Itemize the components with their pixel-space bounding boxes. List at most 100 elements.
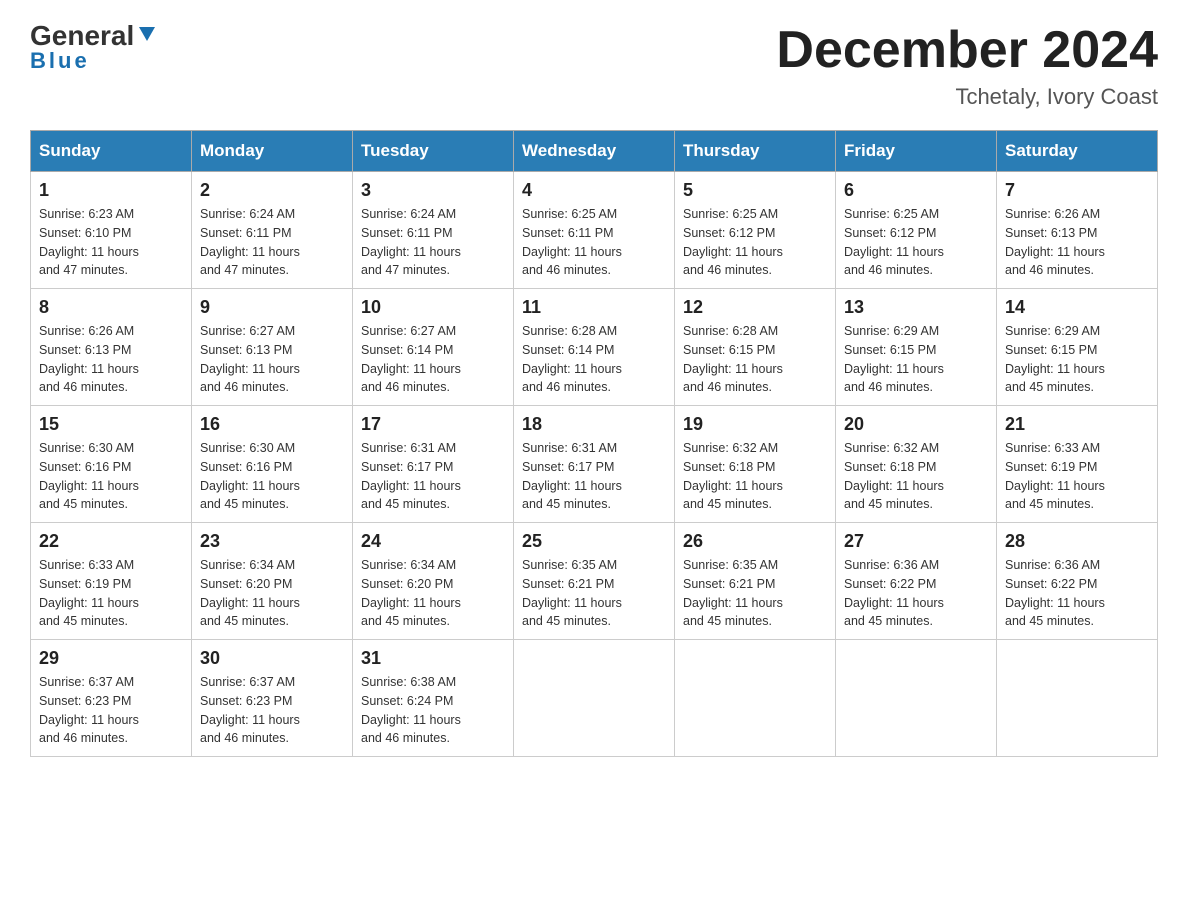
calendar-cell: 16Sunrise: 6:30 AMSunset: 6:16 PMDayligh… — [192, 406, 353, 523]
calendar-table: SundayMondayTuesdayWednesdayThursdayFrid… — [30, 130, 1158, 757]
day-info: Sunrise: 6:26 AMSunset: 6:13 PMDaylight:… — [39, 322, 183, 397]
calendar-cell: 28 Sunrise: 6:36 AMSunset: 6:22 PMDayligh… — [997, 523, 1158, 640]
day-info: Sunrise: 6:38 AMSunset: 6:24 PMDaylight:… — [361, 673, 505, 748]
day-info: Sunrise: 6:25 AMSunset: 6:11 PMDaylight:… — [522, 205, 666, 280]
calendar-cell: 24Sunrise: 6:34 AMSunset: 6:20 PMDayligh… — [353, 523, 514, 640]
calendar-week-row: 29 Sunrise: 6:37 AMSunset: 6:23 PMDayligh… — [31, 640, 1158, 757]
day-info: Sunrise: 6:34 AMSunset: 6:20 PMDaylight:… — [200, 556, 344, 631]
calendar-cell: 19 Sunrise: 6:32 AMSunset: 6:18 PMDayligh… — [675, 406, 836, 523]
day-number: 20 — [844, 414, 988, 435]
day-info: Sunrise: 6:31 AMSunset: 6:17 PMDaylight:… — [522, 439, 666, 514]
day-number: 5 — [683, 180, 827, 201]
day-number: 28 — [1005, 531, 1149, 552]
calendar-cell: 22 Sunrise: 6:33 AMSunset: 6:19 PMDayligh… — [31, 523, 192, 640]
day-info: Sunrise: 6:29 AMSunset: 6:15 PMDaylight:… — [844, 322, 988, 397]
title-area: December 2024 Tchetaly, Ivory Coast — [776, 20, 1158, 110]
day-number: 31 — [361, 648, 505, 669]
calendar-cell: 15 Sunrise: 6:30 AMSunset: 6:16 PMDayligh… — [31, 406, 192, 523]
day-number: 26 — [683, 531, 827, 552]
day-number: 29 — [39, 648, 183, 669]
calendar-cell: 17 Sunrise: 6:31 AMSunset: 6:17 PMDayligh… — [353, 406, 514, 523]
day-number: 17 — [361, 414, 505, 435]
day-number: 11 — [522, 297, 666, 318]
location-title: Tchetaly, Ivory Coast — [776, 84, 1158, 110]
calendar-header-row: SundayMondayTuesdayWednesdayThursdayFrid… — [31, 131, 1158, 172]
day-number: 6 — [844, 180, 988, 201]
calendar-cell — [997, 640, 1158, 757]
calendar-week-row: 15 Sunrise: 6:30 AMSunset: 6:16 PMDayligh… — [31, 406, 1158, 523]
day-info: Sunrise: 6:35 AMSunset: 6:21 PMDaylight:… — [522, 556, 666, 631]
calendar-header-wednesday: Wednesday — [514, 131, 675, 172]
day-number: 23 — [200, 531, 344, 552]
calendar-cell: 9 Sunrise: 6:27 AMSunset: 6:13 PMDaylight… — [192, 289, 353, 406]
day-number: 19 — [683, 414, 827, 435]
day-info: Sunrise: 6:25 AMSunset: 6:12 PMDaylight:… — [683, 205, 827, 280]
day-number: 25 — [522, 531, 666, 552]
day-info: Sunrise: 6:35 AMSunset: 6:21 PMDaylight:… — [683, 556, 827, 631]
day-info: Sunrise: 6:34 AMSunset: 6:20 PMDaylight:… — [361, 556, 505, 631]
calendar-cell: 1 Sunrise: 6:23 AMSunset: 6:10 PMDaylight… — [31, 172, 192, 289]
logo-blue-text: Blue — [30, 48, 90, 74]
day-info: Sunrise: 6:27 AMSunset: 6:13 PMDaylight:… — [200, 322, 344, 397]
calendar-cell: 10Sunrise: 6:27 AMSunset: 6:14 PMDayligh… — [353, 289, 514, 406]
day-number: 22 — [39, 531, 183, 552]
calendar-cell — [836, 640, 997, 757]
calendar-header-monday: Monday — [192, 131, 353, 172]
calendar-week-row: 22 Sunrise: 6:33 AMSunset: 6:19 PMDayligh… — [31, 523, 1158, 640]
calendar-cell: 26 Sunrise: 6:35 AMSunset: 6:21 PMDayligh… — [675, 523, 836, 640]
day-info: Sunrise: 6:31 AMSunset: 6:17 PMDaylight:… — [361, 439, 505, 514]
day-info: Sunrise: 6:24 AMSunset: 6:11 PMDaylight:… — [200, 205, 344, 280]
calendar-cell: 14 Sunrise: 6:29 AMSunset: 6:15 PMDayligh… — [997, 289, 1158, 406]
month-title: December 2024 — [776, 20, 1158, 80]
calendar-cell: 21Sunrise: 6:33 AMSunset: 6:19 PMDayligh… — [997, 406, 1158, 523]
page-header: General Blue December 2024 Tchetaly, Ivo… — [30, 20, 1158, 110]
day-number: 18 — [522, 414, 666, 435]
day-number: 27 — [844, 531, 988, 552]
day-info: Sunrise: 6:32 AMSunset: 6:18 PMDaylight:… — [683, 439, 827, 514]
calendar-cell: 31 Sunrise: 6:38 AMSunset: 6:24 PMDayligh… — [353, 640, 514, 757]
day-info: Sunrise: 6:29 AMSunset: 6:15 PMDaylight:… — [1005, 322, 1149, 397]
day-number: 10 — [361, 297, 505, 318]
calendar-cell: 5 Sunrise: 6:25 AMSunset: 6:12 PMDaylight… — [675, 172, 836, 289]
day-number: 8 — [39, 297, 183, 318]
calendar-cell: 7 Sunrise: 6:26 AMSunset: 6:13 PMDaylight… — [997, 172, 1158, 289]
calendar-header-tuesday: Tuesday — [353, 131, 514, 172]
day-info: Sunrise: 6:30 AMSunset: 6:16 PMDaylight:… — [39, 439, 183, 514]
calendar-header-saturday: Saturday — [997, 131, 1158, 172]
calendar-cell: 4Sunrise: 6:25 AMSunset: 6:11 PMDaylight… — [514, 172, 675, 289]
calendar-cell: 25 Sunrise: 6:35 AMSunset: 6:21 PMDayligh… — [514, 523, 675, 640]
day-number: 12 — [683, 297, 827, 318]
day-number: 3 — [361, 180, 505, 201]
calendar-cell: 27 Sunrise: 6:36 AMSunset: 6:22 PMDayligh… — [836, 523, 997, 640]
calendar-cell: 29 Sunrise: 6:37 AMSunset: 6:23 PMDayligh… — [31, 640, 192, 757]
day-number: 30 — [200, 648, 344, 669]
day-info: Sunrise: 6:37 AMSunset: 6:23 PMDaylight:… — [39, 673, 183, 748]
day-info: Sunrise: 6:37 AMSunset: 6:23 PMDaylight:… — [200, 673, 344, 748]
day-number: 15 — [39, 414, 183, 435]
calendar-cell: 2Sunrise: 6:24 AMSunset: 6:11 PMDaylight… — [192, 172, 353, 289]
day-number: 9 — [200, 297, 344, 318]
day-number: 21 — [1005, 414, 1149, 435]
calendar-cell: 23 Sunrise: 6:34 AMSunset: 6:20 PMDayligh… — [192, 523, 353, 640]
day-info: Sunrise: 6:28 AMSunset: 6:15 PMDaylight:… — [683, 322, 827, 397]
day-info: Sunrise: 6:33 AMSunset: 6:19 PMDaylight:… — [39, 556, 183, 631]
day-number: 1 — [39, 180, 183, 201]
day-info: Sunrise: 6:28 AMSunset: 6:14 PMDaylight:… — [522, 322, 666, 397]
logo: General Blue — [30, 20, 158, 74]
calendar-week-row: 8 Sunrise: 6:26 AMSunset: 6:13 PMDaylight… — [31, 289, 1158, 406]
calendar-cell: 8 Sunrise: 6:26 AMSunset: 6:13 PMDaylight… — [31, 289, 192, 406]
day-number: 14 — [1005, 297, 1149, 318]
calendar-cell: 11 Sunrise: 6:28 AMSunset: 6:14 PMDayligh… — [514, 289, 675, 406]
calendar-header-friday: Friday — [836, 131, 997, 172]
day-number: 7 — [1005, 180, 1149, 201]
day-info: Sunrise: 6:25 AMSunset: 6:12 PMDaylight:… — [844, 205, 988, 280]
day-info: Sunrise: 6:26 AMSunset: 6:13 PMDaylight:… — [1005, 205, 1149, 280]
calendar-cell: 18 Sunrise: 6:31 AMSunset: 6:17 PMDayligh… — [514, 406, 675, 523]
day-info: Sunrise: 6:36 AMSunset: 6:22 PMDaylight:… — [1005, 556, 1149, 631]
calendar-cell — [514, 640, 675, 757]
day-number: 13 — [844, 297, 988, 318]
calendar-cell: 20Sunrise: 6:32 AMSunset: 6:18 PMDayligh… — [836, 406, 997, 523]
calendar-cell — [675, 640, 836, 757]
day-info: Sunrise: 6:23 AMSunset: 6:10 PMDaylight:… — [39, 205, 183, 280]
day-info: Sunrise: 6:36 AMSunset: 6:22 PMDaylight:… — [844, 556, 988, 631]
